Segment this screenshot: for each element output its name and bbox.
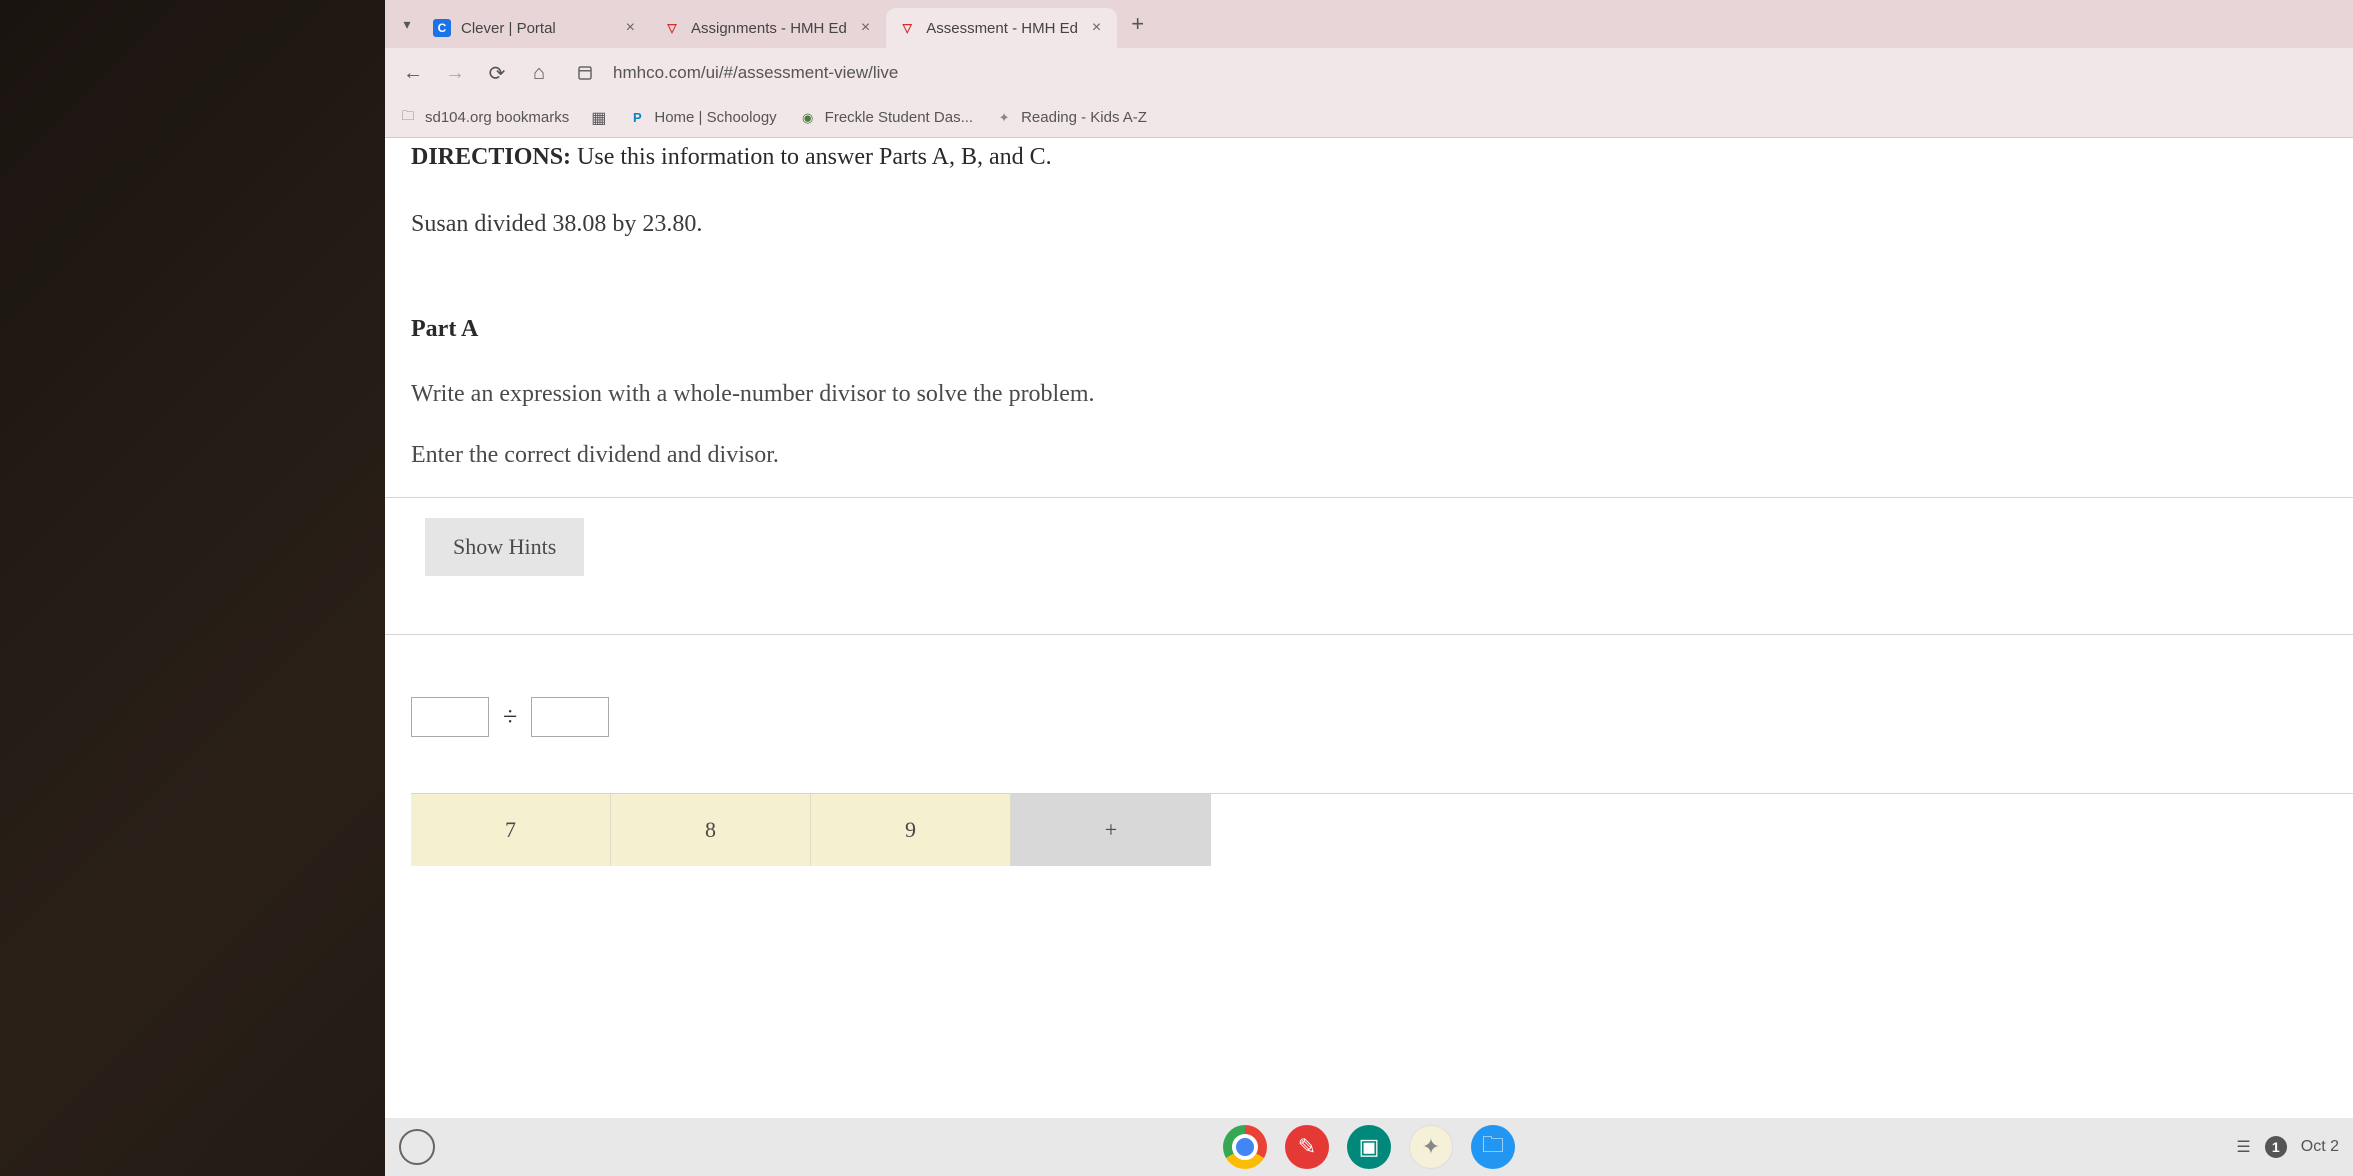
tab-assignments[interactable]: ▽ Assignments - HMH Ed × bbox=[651, 8, 886, 48]
folder-icon: 🗀 bbox=[399, 109, 417, 127]
keypad-9[interactable]: 9 bbox=[811, 794, 1011, 866]
bookmark-label: Reading - Kids A-Z bbox=[1021, 109, 1147, 126]
bookmark-label: sd104.org bookmarks bbox=[425, 109, 569, 126]
close-icon[interactable]: × bbox=[622, 19, 639, 37]
dividend-input[interactable] bbox=[411, 697, 489, 737]
hints-panel: Show Hints bbox=[385, 497, 2353, 635]
browser-toolbar: ← → ⟳ ⌂ hmhco.com/ui/#/assessment-view/l… bbox=[385, 48, 2353, 98]
back-button[interactable]: ← bbox=[395, 55, 431, 91]
tab-title: Assessment - HMH Ed bbox=[926, 20, 1078, 37]
reading-icon: ✦ bbox=[995, 109, 1013, 127]
bookmark-label: Home | Schoology bbox=[654, 109, 776, 126]
app-icon-teal[interactable]: ▣ bbox=[1347, 1125, 1391, 1169]
bookmark-freckle[interactable]: ◉ Freckle Student Das... bbox=[799, 109, 973, 127]
grid-icon: ▦ bbox=[591, 108, 606, 128]
tab-search-dropdown[interactable]: ▾ bbox=[393, 10, 421, 38]
launcher-button[interactable] bbox=[399, 1129, 435, 1165]
tab-title: Assignments - HMH Ed bbox=[691, 20, 847, 37]
shelf-pinned-apps: ✎ ▣ ✦ 🗀 bbox=[1223, 1125, 1515, 1169]
home-button[interactable]: ⌂ bbox=[521, 55, 557, 91]
hmh-favicon: ▽ bbox=[898, 19, 916, 37]
chrome-icon[interactable] bbox=[1223, 1125, 1267, 1169]
laptop-screen: ▾ C Clever | Portal × ▽ Assignments - HM… bbox=[385, 0, 2353, 1176]
close-icon[interactable]: × bbox=[857, 19, 874, 37]
address-bar-url[interactable]: hmhco.com/ui/#/assessment-view/live bbox=[613, 63, 898, 83]
app-icon-red[interactable]: ✎ bbox=[1285, 1125, 1329, 1169]
schoology-icon: P bbox=[628, 109, 646, 127]
directions-text: Use this information to answer Parts A, … bbox=[571, 144, 1052, 170]
bookmark-reading[interactable]: ✦ Reading - Kids A-Z bbox=[995, 109, 1147, 127]
shelf-status-area[interactable]: ☰ 1 Oct 2 bbox=[2236, 1136, 2339, 1158]
chromeos-shelf: ✎ ▣ ✦ 🗀 ☰ 1 Oct 2 bbox=[385, 1118, 2353, 1176]
shelf-date: Oct 2 bbox=[2301, 1138, 2339, 1156]
assessment-content: DIRECTIONS: Use this information to answ… bbox=[385, 138, 2353, 1176]
clever-favicon: C bbox=[433, 19, 451, 37]
keypad-8[interactable]: 8 bbox=[611, 794, 811, 866]
files-icon[interactable]: 🗀 bbox=[1471, 1125, 1515, 1169]
instruction-line-2: Enter the correct dividend and divisor. bbox=[411, 442, 2353, 469]
close-icon[interactable]: × bbox=[1088, 19, 1105, 37]
forward-button[interactable]: → bbox=[437, 55, 473, 91]
keypad-plus[interactable]: + bbox=[1011, 794, 1211, 866]
freckle-icon: ◉ bbox=[799, 109, 817, 127]
keypad: 7 8 9 + bbox=[411, 793, 2353, 866]
directions-line: DIRECTIONS: Use this information to answ… bbox=[411, 144, 2353, 171]
keypad-7[interactable]: 7 bbox=[411, 794, 611, 866]
bookmark-schoology[interactable]: P Home | Schoology bbox=[628, 109, 776, 127]
expression-entry: ÷ bbox=[411, 697, 2353, 737]
bookmark-label: Freckle Student Das... bbox=[825, 109, 973, 126]
tab-title: Clever | Portal bbox=[461, 20, 612, 37]
show-hints-button[interactable]: Show Hints bbox=[425, 518, 584, 576]
new-tab-button[interactable]: + bbox=[1117, 11, 1158, 37]
site-info-icon[interactable] bbox=[571, 59, 599, 87]
tab-assessment[interactable]: ▽ Assessment - HMH Ed × bbox=[886, 8, 1117, 48]
status-stacked-icon: ☰ bbox=[2236, 1137, 2250, 1157]
directions-label: DIRECTIONS: bbox=[411, 144, 571, 170]
problem-statement: Susan divided 38.08 by 23.80. bbox=[411, 211, 2353, 238]
apps-icon[interactable]: ▦ bbox=[591, 108, 606, 128]
division-symbol: ÷ bbox=[503, 702, 517, 732]
part-a-heading: Part A bbox=[411, 316, 2353, 343]
tab-clever-portal[interactable]: C Clever | Portal × bbox=[421, 8, 651, 48]
hmh-favicon: ▽ bbox=[663, 19, 681, 37]
notification-badge: 1 bbox=[2265, 1136, 2287, 1158]
reload-button[interactable]: ⟳ bbox=[479, 55, 515, 91]
bookmark-folder[interactable]: 🗀 sd104.org bookmarks bbox=[399, 109, 569, 127]
divisor-input[interactable] bbox=[531, 697, 609, 737]
app-icon-explore[interactable]: ✦ bbox=[1409, 1125, 1453, 1169]
instruction-line-1: Write an expression with a whole-number … bbox=[411, 381, 2353, 408]
browser-tab-strip: ▾ C Clever | Portal × ▽ Assignments - HM… bbox=[385, 0, 2353, 48]
bookmarks-bar: 🗀 sd104.org bookmarks ▦ P Home | Schoolo… bbox=[385, 98, 2353, 138]
